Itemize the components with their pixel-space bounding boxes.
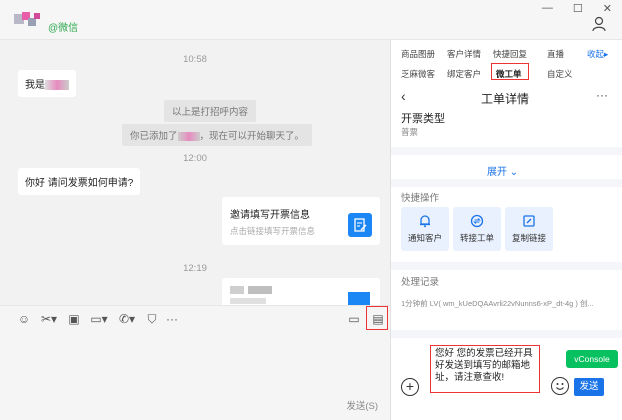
system-message-suffix: ，现在可以开始聊天了。 [199,131,305,142]
notify-customer-button[interactable]: 通知客户 [401,207,449,251]
window-controls: — ☐ ✕ [542,2,612,15]
system-message-added: 你已添加了 ，现在可以开始聊天了。 [122,124,313,146]
tabs-row-1: 商品图册 客户详情 快捷回复 直播 收起▸ [391,44,622,64]
invoice-invite-card[interactable]: 邀请填写开票信息 点击链接填写开票信息 [222,197,380,245]
title-bar: @微信 — ☐ ✕ [0,0,622,40]
tab-collapse[interactable]: 收起▸ [587,48,608,60]
add-button[interactable]: + [401,378,419,396]
card-title: 邀请填写开票信息 [230,210,310,221]
divider [391,330,622,338]
transfer-icon [470,214,484,228]
image-icon[interactable]: ▣ [66,311,82,327]
minimize-button[interactable]: — [542,2,553,15]
card-subtitle: 点击链接填写开票信息 [230,226,316,236]
shield-icon[interactable]: ⛉ [144,311,160,327]
active-tab-highlight [491,63,529,80]
message-bubble[interactable]: 你好 请问发票如何申请? [18,168,141,195]
edit-doc-icon [348,213,372,237]
contact-avatar[interactable] [14,12,44,28]
system-message-prefix: 你已添加了 [130,131,178,142]
transfer-order-button[interactable]: 转接工单 [453,207,501,251]
tab-live[interactable]: 直播 [547,48,564,60]
blurred-content [230,298,266,304]
blurred-name [45,80,69,91]
detail-title: 工单详情 [481,92,530,106]
reply-input[interactable]: 您好 您的发票已经开具好发送到填写的邮箱地址，请注意查收! [430,345,540,393]
timestamp: 12:19 [183,263,207,274]
transfer-order-label: 转接工单 [459,233,494,243]
reply-text: 您好 您的发票已经开具好发送到填写的邮箱地址，请注意查收! [435,348,533,383]
quick-ops-title: 快捷操作 [401,193,440,204]
invoice-type-label: 开票类型 [401,113,445,125]
copy-link-button[interactable]: 复制链接 [505,207,553,251]
blurred-name [177,131,200,141]
message-bubble[interactable]: 我是 [18,70,76,97]
contact-source-label: @微信 [48,23,79,34]
tab-collapse-label: 收起 [587,49,605,59]
emoji-icon[interactable] [551,377,569,395]
copy-link-icon [523,215,535,227]
blurred-content [230,286,244,294]
message-input[interactable]: 发送(S) [0,331,390,420]
divider [391,147,622,155]
scissors-icon[interactable]: ✂▾ [38,311,60,327]
tab-customer-detail[interactable]: 客户详情 [447,48,481,60]
timestamp: 10:58 [183,54,207,65]
bell-icon [420,215,430,228]
tab-custom[interactable]: 自定义 [547,68,573,80]
more-icon[interactable]: ··· [164,311,180,327]
user-icon[interactable] [592,16,606,32]
notify-customer-label: 通知客户 [407,233,442,243]
back-icon[interactable]: ‹ [401,88,406,104]
system-message: 以上是打招呼内容 [164,100,257,122]
send-button[interactable]: 发送 [574,378,604,396]
blurred-content [248,286,272,294]
close-button[interactable]: ✕ [603,2,612,15]
smile-icon[interactable]: ☺ [16,311,32,327]
expand-button[interactable]: 展开 ⌄ [487,163,518,178]
records-title: 处理记录 [401,277,440,288]
expand-label: 展开 [487,167,507,178]
tab-weike[interactable]: 乏麻微客 [401,68,435,80]
more-icon[interactable]: ··· [596,88,608,102]
phone-icon[interactable]: ✆▾ [116,311,138,327]
blurred-card-icon [348,292,370,305]
chat-messages[interactable]: 10:58 我是 以上是打招呼内容 你已添加了 ，现在可以开始聊天了。 12:00… [0,40,390,305]
vconsole-button[interactable]: vConsole [566,350,618,368]
tab-bind-customer[interactable]: 绑定客户 [447,68,481,80]
message-text: 我是 [25,80,45,91]
maximize-button[interactable]: ☐ [573,2,583,15]
record-line: 1分钟前 LV( wm_kUeDQAAvrli22vNunns6-xP_dt-4… [401,299,594,308]
tab-quick-reply[interactable]: 快捷回复 [493,48,527,60]
message-text: 你好 请问发票如何申请? [25,178,134,189]
invoice-type-value: 普票 [401,127,419,137]
copy-link-label: 复制链接 [511,233,546,243]
timestamp: 12:00 [183,153,207,164]
folder-icon[interactable]: ▭▾ [88,311,110,327]
divider [391,262,622,270]
chat-toolbar: ☺ ✂▾ ▣ ▭▾ ✆▾ ⛉ ··· ▭ ▤ [0,305,390,331]
tab-product-album[interactable]: 商品图册 [401,48,435,60]
divider [391,179,622,187]
worksheet-highlight [366,306,388,330]
blurred-card[interactable] [222,278,380,305]
send-shortcut-label[interactable]: 发送(S) [346,398,378,412]
screen-icon[interactable]: ▭ [346,311,362,327]
